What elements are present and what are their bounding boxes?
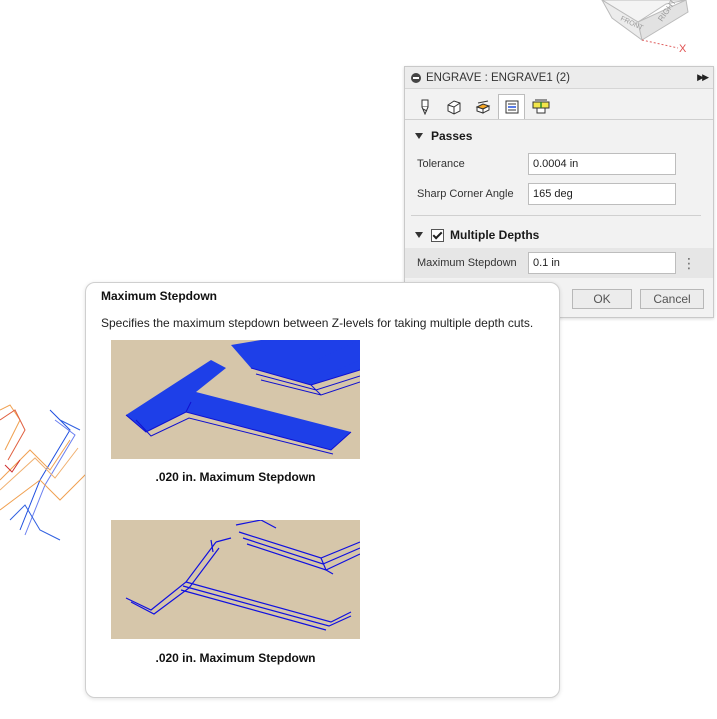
multiple-depths-header[interactable]: Multiple Depths <box>405 222 713 248</box>
collapse-triangle-icon <box>415 133 423 139</box>
max-stepdown-label: Maximum Stepdown <box>417 257 517 269</box>
panel-title: ENGRAVE : ENGRAVE1 (2) <box>426 71 570 84</box>
passes-section-header[interactable]: Passes <box>405 123 713 149</box>
max-stepdown-row: Maximum Stepdown 0.1 in ⋮ <box>405 248 713 278</box>
tooltip-title: Maximum Stepdown <box>101 289 218 303</box>
illustration-1-caption: .020 in. Maximum Stepdown <box>155 470 316 484</box>
sharp-corner-input[interactable]: 165 deg <box>528 183 676 205</box>
passes-section-title: Passes <box>431 129 473 143</box>
collapse-triangle-icon <box>415 232 423 238</box>
tab-geometry[interactable] <box>440 94 467 119</box>
tooltip-description: Specifies the maximum stepdown between Z… <box>101 316 534 330</box>
stepdown-illustration-2 <box>111 520 360 639</box>
x-axis-line <box>641 39 679 49</box>
tolerance-label: Tolerance <box>417 158 465 170</box>
tab-passes[interactable] <box>498 94 525 119</box>
sharp-corner-row: Sharp Corner Angle 165 deg <box>405 179 713 209</box>
panel-header: ENGRAVE : ENGRAVE1 (2) ▶▶ <box>405 67 713 89</box>
heights-icon <box>475 100 490 114</box>
viewcube[interactable]: FRONT RIGHT X <box>590 0 700 60</box>
tolerance-row: Tolerance 0.0004 in <box>405 149 713 179</box>
multiple-depths-title: Multiple Depths <box>450 228 540 242</box>
linking-icon <box>532 99 549 114</box>
tooltip: Maximum Stepdown Specifies the maximum s… <box>85 282 560 698</box>
stepdown-illustration-1 <box>111 340 360 459</box>
ok-button[interactable]: OK <box>572 289 632 309</box>
expand-panel-icon[interactable]: ▶▶ <box>697 72 709 83</box>
tab-heights[interactable] <box>469 94 496 119</box>
tolerance-input[interactable]: 0.0004 in <box>528 153 676 175</box>
tab-linking[interactable] <box>527 94 554 119</box>
passes-icon <box>505 100 518 114</box>
tool-icon <box>421 99 428 115</box>
panel-tabs <box>405 89 713 120</box>
geometry-icon <box>447 100 460 115</box>
multiple-depths-checkbox[interactable] <box>431 228 444 242</box>
tab-tool[interactable] <box>411 94 438 119</box>
section-divider <box>411 215 701 216</box>
x-axis-label: X <box>679 43 687 55</box>
collapse-panel-icon[interactable] <box>411 72 421 83</box>
more-options-icon[interactable]: ⋮ <box>682 256 696 270</box>
cancel-button[interactable]: Cancel <box>640 289 704 309</box>
engrave-panel: ENGRAVE : ENGRAVE1 (2) ▶▶ Passes Toleran… <box>404 66 714 318</box>
max-stepdown-input[interactable]: 0.1 in <box>528 252 676 274</box>
sharp-corner-label: Sharp Corner Angle <box>417 188 514 200</box>
illustration-2-caption: .020 in. Maximum Stepdown <box>155 651 316 665</box>
